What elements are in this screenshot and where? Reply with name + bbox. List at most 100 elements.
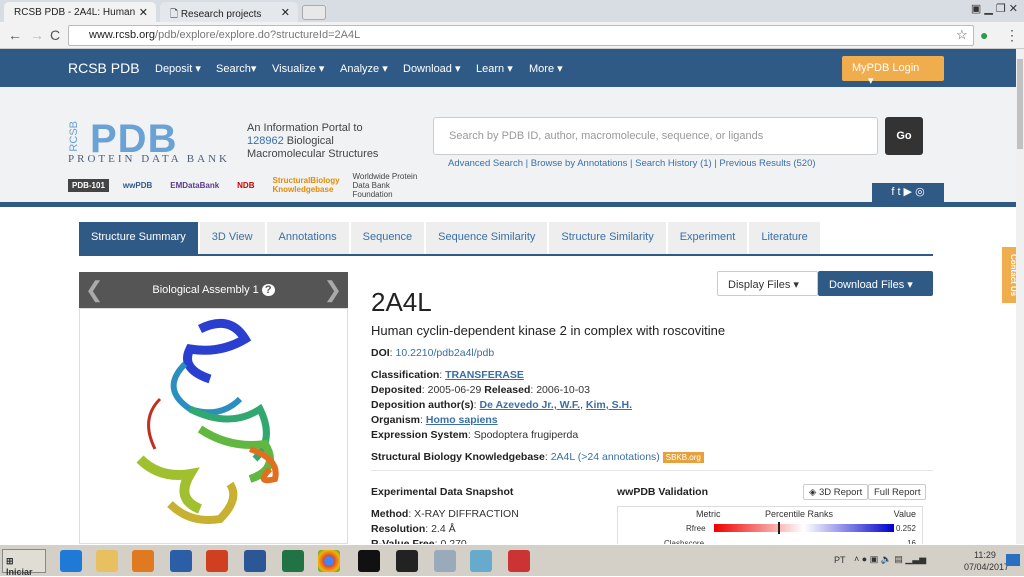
3d-report-button[interactable]: ◈ 3D Report — [803, 484, 869, 500]
protein-ribbon-image — [136, 318, 279, 524]
sbkb-badge[interactable]: SBKB.org — [662, 452, 704, 463]
nav-deposit[interactable]: Deposit ▾ — [155, 62, 201, 75]
organism-label: Organism — [371, 414, 421, 426]
tab-sequence-similarity[interactable]: Sequence Similarity — [426, 222, 548, 254]
go-button[interactable]: Go — [885, 117, 923, 155]
tab-label: Research projects — [180, 9, 262, 20]
scrollbar-thumb[interactable] — [1017, 59, 1023, 149]
tab-sequence[interactable]: Sequence — [350, 222, 425, 254]
vmd-icon[interactable] — [396, 550, 418, 572]
assembly-header: ❮ Biological Assembly 1 ? ❯ — [79, 272, 348, 308]
search-links[interactable]: Advanced Search | Browse by Annotations … — [448, 158, 816, 169]
nav-search[interactable]: Search▾ — [216, 62, 256, 75]
partner-sbkb[interactable]: StructuralBiology Knowledgebase — [269, 174, 340, 196]
tab-annotations[interactable]: Annotations — [266, 222, 349, 254]
calculator-icon[interactable] — [434, 550, 456, 572]
rfree-marker — [778, 522, 780, 534]
tray-icons[interactable]: ˄ ● ▣ 🔈 ▤ ▁▃▅ — [854, 554, 926, 565]
star-icon[interactable]: ☆ — [956, 27, 968, 43]
page-scrollbar[interactable] — [1016, 49, 1024, 544]
portal-line: Macromolecular Structures — [247, 148, 379, 160]
nav-visualize[interactable]: Visualize ▾ — [272, 62, 324, 75]
author-link[interactable]: Kim, S.H. — [586, 399, 632, 411]
brand-link[interactable]: RCSB PDB — [68, 60, 140, 76]
author-link[interactable]: De Azevedo Jr., W.F. — [480, 399, 581, 411]
language-indicator[interactable]: PT — [834, 555, 846, 565]
display-files-button[interactable]: Display Files ▾ — [717, 271, 818, 296]
organism-link[interactable]: Homo sapiens — [426, 414, 498, 426]
download-files-button[interactable]: Download Files ▾ — [818, 271, 933, 296]
start-button[interactable]: ⊞ Iniciar — [2, 549, 46, 577]
metric-rfree: Rfree — [686, 524, 706, 533]
tab-experiment[interactable]: Experiment — [667, 222, 748, 254]
url-host: www.rcsb.org — [89, 29, 156, 41]
url-input[interactable]: www.rcsb.org/pdb/explore/explore.do?stru… — [68, 25, 974, 46]
portal-text: An Information Portal to 128962 Biologica… — [247, 122, 387, 161]
cmd-icon[interactable] — [358, 550, 380, 572]
partner-wwpdb[interactable]: wwPDB — [119, 179, 156, 192]
tab-structure-similarity[interactable]: Structure Similarity — [549, 222, 666, 254]
help-icon[interactable]: ? — [261, 284, 275, 296]
partner-pdb101[interactable]: PDB-101 — [68, 178, 109, 192]
portal-line: An Information Portal to — [247, 122, 363, 134]
deposited-label: Deposited — [371, 384, 422, 396]
app-icon[interactable] — [170, 550, 192, 572]
word-icon[interactable] — [244, 550, 266, 572]
partner-foundation[interactable]: Worldwide Protein Data Bank Foundation — [349, 170, 429, 201]
url-path: /pdb/explore/explore.do?structureId=2A4L — [155, 29, 361, 41]
app-icon[interactable] — [206, 550, 228, 572]
browser-tab-active[interactable]: RCSB PDB - 2A4L: Human ✕ — [4, 2, 156, 22]
classification-link[interactable]: TRANSFERASE — [445, 369, 524, 381]
sbkb-annotations-link[interactable]: (>24 annotations) — [578, 451, 660, 463]
tab-3d-view[interactable]: 3D View — [199, 222, 265, 254]
prev-arrow-icon[interactable]: ❮ — [85, 272, 103, 308]
back-icon[interactable]: ← — [8, 27, 22, 43]
mypdb-login-button[interactable]: MyPDB Login ▾ — [842, 56, 944, 87]
structure-count-link[interactable]: 128962 — [247, 135, 284, 147]
explorer-icon[interactable] — [96, 550, 118, 572]
social-icons[interactable]: f t ▶ ◎ — [872, 183, 944, 202]
col-value: Value — [893, 509, 916, 519]
doi-link[interactable]: 10.2210/pdb2a4l/pdb — [396, 347, 495, 359]
window-controls[interactable]: ▣ ▁ ❐ ✕ — [971, 2, 1018, 15]
nav-learn[interactable]: Learn ▾ — [476, 62, 513, 75]
new-tab-button[interactable] — [302, 5, 326, 20]
search-input[interactable]: Search by PDB ID, author, macromolecule,… — [433, 117, 878, 155]
partner-emdatabank[interactable]: EMDataBank — [166, 179, 223, 192]
full-report-button[interactable]: Full Report — [868, 484, 927, 500]
close-tab-icon[interactable]: ✕ — [281, 6, 290, 19]
assembly-label: Biological Assembly 1 — [152, 284, 259, 296]
tab-literature[interactable]: Literature — [749, 222, 820, 254]
login-label: MyPDB Login — [852, 62, 920, 74]
site-header: RCSB PDB PROTEIN DATA BANK An Informatio… — [0, 87, 1016, 202]
media-player-icon[interactable] — [132, 550, 154, 572]
windows-taskbar: ⊞ Iniciar PT ˄ ● ▣ 🔈 ▤ ▁▃▅ 11:29 07/04/2… — [0, 544, 1024, 577]
chrome-icon[interactable] — [318, 550, 340, 572]
page-tabs: Structure Summary 3D View Annotations Se… — [79, 222, 820, 254]
clock-time[interactable]: 11:29 — [974, 550, 996, 560]
clock-date[interactable]: 07/04/2017 — [964, 562, 1009, 572]
close-tab-icon[interactable]: ✕ — [139, 6, 148, 19]
nav-more[interactable]: More ▾ — [529, 62, 563, 75]
ie-icon[interactable] — [60, 550, 82, 572]
reload-icon[interactable]: C — [50, 27, 60, 43]
excel-icon[interactable] — [282, 550, 304, 572]
tab-structure-summary[interactable]: Structure Summary — [79, 222, 198, 254]
nav-download[interactable]: Download ▾ — [403, 62, 461, 75]
nav-analyze[interactable]: Analyze ▾ — [340, 62, 388, 75]
next-arrow-icon[interactable]: ❯ — [324, 272, 342, 308]
header-divider — [0, 202, 1016, 207]
app-icon[interactable] — [470, 550, 492, 572]
structure-image[interactable] — [79, 308, 348, 544]
system-tray: PT ˄ ● ▣ 🔈 ▤ ▁▃▅ 11:29 07/04/2017 — [822, 548, 1022, 574]
sbkb-link[interactable]: 2A4L — [551, 451, 575, 463]
extension-icon[interactable]: ● — [980, 27, 988, 43]
menu-icon[interactable]: ⋮ — [1005, 27, 1019, 44]
validation-slider-graphic[interactable]: Metric Percentile Ranks Value Rfree 0.25… — [617, 506, 923, 548]
forward-icon[interactable]: → — [30, 27, 44, 43]
browser-tab[interactable]: 🗋 Research projects ✕ — [160, 2, 298, 22]
partner-ndb[interactable]: NDB — [233, 179, 258, 192]
tab-label: RCSB PDB - 2A4L: Human — [14, 7, 136, 18]
app-icon[interactable] — [508, 550, 530, 572]
show-desktop-icon[interactable] — [1006, 554, 1020, 566]
